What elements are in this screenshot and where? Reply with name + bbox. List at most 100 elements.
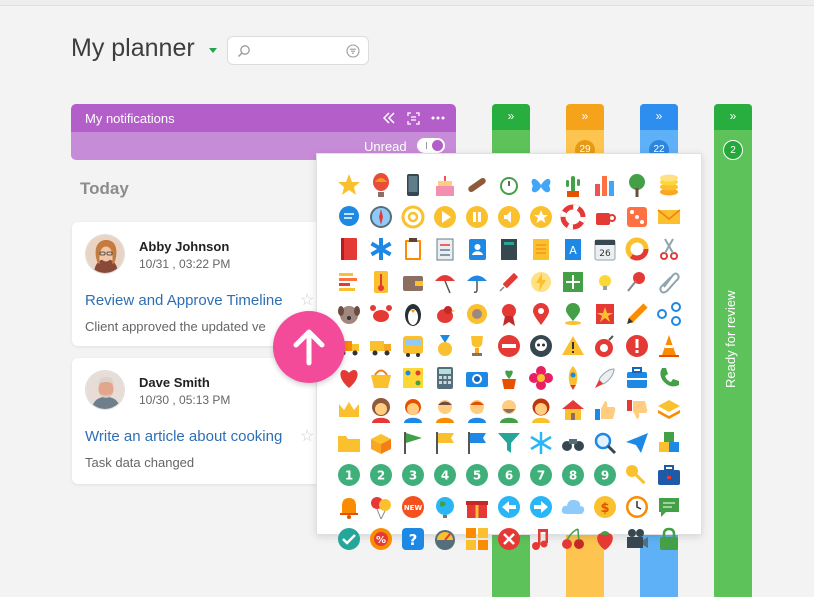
chat-bubble-icon[interactable] bbox=[333, 201, 365, 233]
pushpin-icon[interactable] bbox=[621, 266, 653, 298]
music-note-icon[interactable] bbox=[525, 523, 557, 555]
medical-star-icon[interactable] bbox=[365, 233, 397, 265]
cloud-icon[interactable] bbox=[557, 491, 589, 523]
phone-icon[interactable] bbox=[653, 362, 685, 394]
expand-icon[interactable]: » bbox=[714, 109, 752, 123]
star-icon[interactable]: ☆ bbox=[300, 290, 314, 310]
layers-icon[interactable] bbox=[653, 394, 685, 426]
cherries-icon[interactable] bbox=[557, 523, 589, 555]
umbrella-icon[interactable] bbox=[461, 266, 493, 298]
expand-icon[interactable]: » bbox=[492, 109, 530, 123]
book-icon[interactable] bbox=[333, 233, 365, 265]
bus-icon[interactable] bbox=[397, 330, 429, 362]
upload-button[interactable] bbox=[273, 311, 345, 383]
house-icon[interactable] bbox=[557, 394, 589, 426]
paperclip-icon[interactable] bbox=[653, 266, 685, 298]
calculator-icon[interactable] bbox=[429, 362, 461, 394]
envelope-icon[interactable] bbox=[653, 201, 685, 233]
crown-icon[interactable] bbox=[333, 394, 365, 426]
woman-icon[interactable] bbox=[365, 394, 397, 426]
bar-chart-icon[interactable] bbox=[589, 169, 621, 201]
question-icon[interactable]: ? bbox=[397, 523, 429, 555]
filter-circle-icon[interactable] bbox=[346, 44, 360, 58]
number-2-icon[interactable]: 2 bbox=[365, 459, 397, 491]
new-badge-icon[interactable]: NEW bbox=[397, 491, 429, 523]
card-task-link[interactable]: Review and Approve Timeline bbox=[85, 292, 283, 309]
truck-yellow-icon[interactable] bbox=[365, 330, 397, 362]
more-icon[interactable] bbox=[431, 116, 445, 120]
paper-plane-icon[interactable] bbox=[621, 427, 653, 459]
star-flag-icon[interactable] bbox=[589, 298, 621, 330]
speedometer-icon[interactable] bbox=[429, 523, 461, 555]
basket-icon[interactable] bbox=[365, 362, 397, 394]
lifebuoy-icon[interactable] bbox=[557, 201, 589, 233]
bright-bulb-icon[interactable] bbox=[589, 266, 621, 298]
exclamation-icon[interactable] bbox=[621, 330, 653, 362]
expand-icon[interactable]: » bbox=[566, 109, 604, 123]
bell-icon[interactable] bbox=[333, 491, 365, 523]
thumbs-down-icon[interactable] bbox=[621, 394, 653, 426]
cigar-icon[interactable] bbox=[461, 169, 493, 201]
number-6-icon[interactable]: 6 bbox=[493, 459, 525, 491]
number-3-icon[interactable]: 3 bbox=[397, 459, 429, 491]
butterfly-icon[interactable] bbox=[525, 169, 557, 201]
search-input[interactable] bbox=[254, 42, 344, 60]
clock-icon[interactable] bbox=[621, 491, 653, 523]
expand-icon[interactable]: » bbox=[640, 109, 678, 123]
card-task-link[interactable]: Write an article about cooking bbox=[85, 428, 282, 445]
padlock-icon[interactable] bbox=[653, 523, 685, 555]
alarm-clock-icon[interactable] bbox=[493, 169, 525, 201]
umbrella-open-icon[interactable] bbox=[429, 266, 461, 298]
man-beard-icon[interactable] bbox=[493, 394, 525, 426]
box-icon[interactable] bbox=[365, 427, 397, 459]
wallet-icon[interactable] bbox=[397, 266, 429, 298]
calendar-icon[interactable]: 26 bbox=[589, 233, 621, 265]
location-pin-icon[interactable] bbox=[557, 298, 589, 330]
pencil-icon[interactable] bbox=[621, 298, 653, 330]
dollar-coin-icon[interactable]: $ bbox=[589, 491, 621, 523]
donut-chart-icon[interactable] bbox=[621, 233, 653, 265]
search-box[interactable] bbox=[227, 36, 369, 65]
chevron-down-icon[interactable] bbox=[209, 48, 217, 53]
board-game-icon[interactable] bbox=[397, 362, 429, 394]
share-icon[interactable] bbox=[653, 298, 685, 330]
message-icon[interactable] bbox=[653, 491, 685, 523]
syringe-icon[interactable] bbox=[493, 266, 525, 298]
binoculars-icon[interactable] bbox=[557, 427, 589, 459]
focus-icon[interactable] bbox=[407, 112, 420, 125]
gantt-chart-icon[interactable] bbox=[333, 266, 365, 298]
ribbon-badge-icon[interactable] bbox=[493, 298, 525, 330]
contacts-icon[interactable] bbox=[461, 233, 493, 265]
star-badge-icon[interactable] bbox=[525, 201, 557, 233]
man-icon[interactable] bbox=[429, 394, 461, 426]
traffic-cone-icon[interactable] bbox=[653, 330, 685, 362]
scissors-icon[interactable] bbox=[653, 233, 685, 265]
pause-icon[interactable] bbox=[461, 201, 493, 233]
compass-icon[interactable] bbox=[365, 201, 397, 233]
strawberry-icon[interactable] bbox=[589, 523, 621, 555]
camera-icon[interactable] bbox=[461, 362, 493, 394]
coffee-cup-icon[interactable] bbox=[589, 201, 621, 233]
yellow-flag-icon[interactable] bbox=[429, 427, 461, 459]
globe-icon[interactable] bbox=[429, 491, 461, 523]
tree-icon[interactable] bbox=[621, 169, 653, 201]
number-9-icon[interactable]: 9 bbox=[589, 459, 621, 491]
hot-air-balloon-icon[interactable] bbox=[365, 169, 397, 201]
star-icon[interactable]: ☆ bbox=[300, 426, 314, 446]
dictionary-icon[interactable]: A bbox=[557, 233, 589, 265]
warning-icon[interactable] bbox=[557, 330, 589, 362]
penguin-icon[interactable] bbox=[397, 298, 429, 330]
bird-icon[interactable] bbox=[429, 298, 461, 330]
woman-red-icon[interactable] bbox=[525, 394, 557, 426]
coins-icon[interactable] bbox=[653, 169, 685, 201]
film-camera-icon[interactable] bbox=[621, 523, 653, 555]
blue-flag-icon[interactable] bbox=[461, 427, 493, 459]
check-circle-icon[interactable] bbox=[333, 523, 365, 555]
board-column-ready-for-review[interactable]: » 2 Ready for review bbox=[714, 104, 752, 597]
snowflake-icon[interactable] bbox=[525, 427, 557, 459]
star-icon[interactable] bbox=[333, 169, 365, 201]
dice-icon[interactable] bbox=[621, 201, 653, 233]
rocket-small-icon[interactable] bbox=[589, 362, 621, 394]
crab-icon[interactable] bbox=[365, 298, 397, 330]
no-entry-icon[interactable] bbox=[493, 330, 525, 362]
